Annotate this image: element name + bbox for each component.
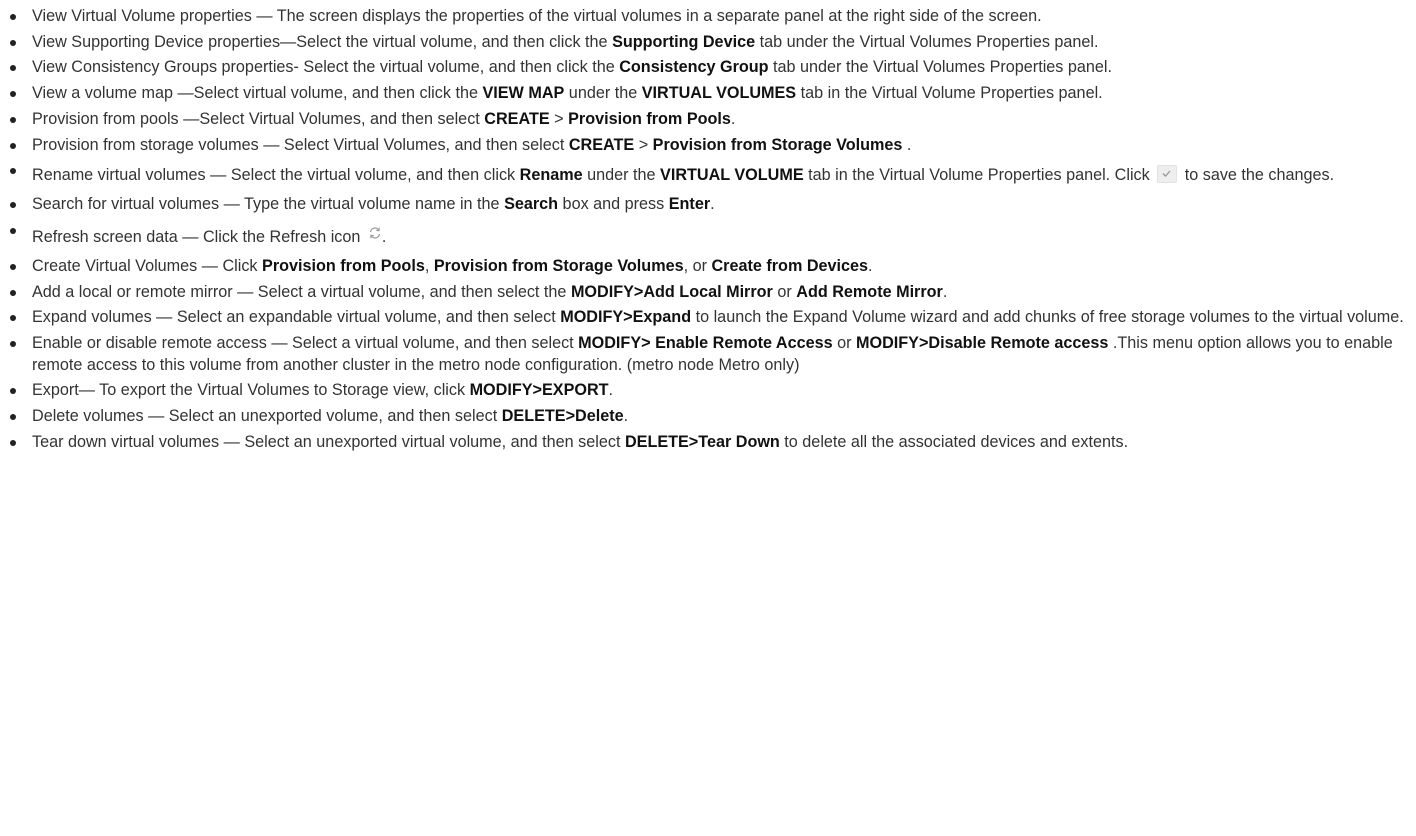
text-run: View Consistency Groups properties- Sele… — [32, 58, 620, 77]
bold-term: Search — [504, 195, 559, 214]
bold-term: MODIFY>Expand — [560, 308, 692, 327]
text-run: . — [381, 227, 387, 246]
list-item: Tear down virtual volumes — Select an un… — [8, 432, 1404, 454]
list-item: View Consistency Groups properties- Sele… — [8, 57, 1404, 79]
bold-term: CREATE — [484, 109, 550, 128]
text-run: tab under the Virtual Volumes Properties… — [755, 32, 1099, 51]
text-run: Expand volumes — Select an expandable vi… — [32, 308, 561, 327]
text-run: Tear down virtual volumes — Select an un… — [32, 432, 625, 451]
text-run: under the — [582, 166, 661, 185]
bold-term: MODIFY> Enable Remote Access — [578, 334, 833, 353]
text-run: Export— To export the Virtual Volumes to… — [32, 381, 470, 400]
bold-term: Supporting Device — [612, 32, 756, 51]
text-run: under the — [564, 84, 642, 103]
bold-term: MODIFY>Add Local Mirror — [570, 282, 773, 301]
text-run: Rename virtual volumes — Select the virt… — [32, 166, 520, 185]
text-run: to delete all the associated devices and… — [779, 432, 1129, 451]
text-run: View Virtual Volume properties — The scr… — [32, 7, 1042, 25]
text-run: Provision from storage volumes — Select … — [32, 135, 569, 154]
list-item: Add a local or remote mirror — Select a … — [8, 282, 1404, 304]
document-body: View Virtual Volume properties — The scr… — [0, 0, 1416, 836]
text-run: tab under the Virtual Volumes Properties… — [768, 58, 1112, 77]
text-run: . — [868, 256, 873, 275]
list-item: Delete volumes — Select an unexported vo… — [8, 406, 1404, 428]
text-run: . — [710, 195, 715, 214]
checkmark-icon — [1157, 165, 1178, 184]
text-run: View Supporting Device properties—Select… — [32, 32, 613, 51]
bold-term: Provision from Pools — [568, 109, 731, 128]
text-run: Create Virtual Volumes — Click — [32, 256, 263, 275]
bold-term: CREATE — [568, 135, 635, 154]
list-item: View a volume map —Select virtual volume… — [8, 83, 1404, 105]
bold-term: Provision from Pools — [262, 256, 425, 275]
text-run: , or — [683, 256, 712, 275]
text-run: Search for virtual volumes — Type the vi… — [32, 195, 505, 214]
text-run: to save the changes. — [1180, 166, 1335, 185]
text-run: Refresh screen data — Click the Refresh … — [32, 227, 365, 246]
list-item: Export— To export the Virtual Volumes to… — [8, 380, 1404, 402]
bold-term: Add Remote Mirror — [796, 282, 943, 301]
text-run: Provision from pools —Select Virtual Vol… — [32, 109, 485, 128]
list-item: Search for virtual volumes — Type the vi… — [8, 194, 1404, 216]
bold-term: DELETE>Tear Down — [624, 432, 780, 451]
list-item: View Supporting Device properties—Select… — [8, 32, 1404, 54]
text-run: or — [772, 282, 797, 301]
list-item: Create Virtual Volumes — Click Provision… — [8, 256, 1404, 278]
list-item: Provision from storage volumes — Select … — [8, 135, 1404, 157]
list-item: Enable or disable remote access — Select… — [8, 333, 1404, 376]
text-run: tab in the Virtual Volume Properties pan… — [803, 166, 1155, 185]
bold-term: Consistency Group — [619, 58, 769, 77]
list-item: Provision from pools —Select Virtual Vol… — [8, 109, 1404, 131]
list-item: Expand volumes — Select an expandable vi… — [8, 307, 1404, 329]
text-run: . — [902, 135, 912, 154]
text-run: > — [634, 135, 653, 154]
bullet-list: View Virtual Volume properties — The scr… — [8, 6, 1404, 454]
text-run: Delete volumes — Select an unexported vo… — [32, 407, 502, 426]
text-run: . — [623, 407, 629, 426]
bold-term: VIRTUAL VOLUMES — [641, 84, 797, 103]
list-item: Refresh screen data — Click the Refresh … — [8, 220, 1404, 252]
text-run: box and press — [558, 195, 669, 214]
bold-term: DELETE>Delete — [501, 407, 624, 426]
bold-term: VIEW MAP — [482, 84, 565, 103]
bold-term: Provision from Storage Volumes — [433, 256, 684, 275]
bold-term: Provision from Storage Volumes — [652, 135, 903, 154]
list-item: Rename virtual volumes — Select the virt… — [8, 160, 1404, 190]
bold-term: MODIFY>EXPORT — [469, 381, 609, 400]
text-run: tab in the Virtual Volume Properties pan… — [796, 84, 1103, 103]
bold-term: VIRTUAL VOLUME — [660, 166, 804, 185]
text-run: View a volume map —Select virtual volume… — [32, 84, 483, 103]
text-run: > — [549, 109, 569, 128]
bold-term: MODIFY>Disable Remote access — [856, 334, 1109, 353]
bold-term: Enter — [668, 195, 711, 214]
text-run: . — [942, 282, 948, 301]
text-run: Enable or disable remote access — Select… — [32, 334, 579, 353]
text-run: Add a local or remote mirror — Select a … — [32, 282, 571, 301]
text-run: . — [608, 381, 614, 400]
text-run: . — [730, 109, 736, 128]
bold-term: Rename — [519, 166, 583, 185]
refresh-icon — [368, 220, 382, 239]
bold-term: Create from Devices — [711, 256, 869, 275]
text-run: to launch the Expand Volume wizard and a… — [691, 308, 1404, 327]
text-run: , — [424, 256, 434, 275]
list-item: View Virtual Volume properties — The scr… — [8, 6, 1404, 28]
text-run: or — [832, 334, 857, 353]
